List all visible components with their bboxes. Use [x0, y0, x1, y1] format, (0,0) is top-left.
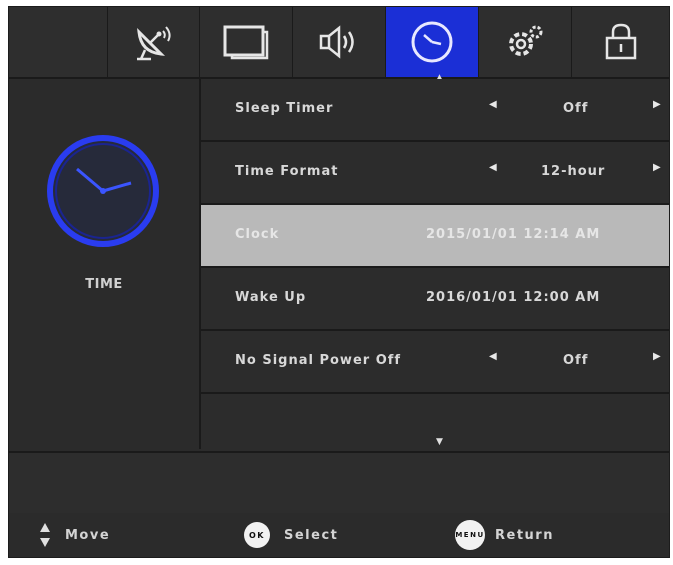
- tab-time[interactable]: [386, 7, 479, 77]
- menu-item-label: Clock: [235, 227, 280, 242]
- settings-menu: ▲ Sleep Timer ◀ Off ▶ Time Format ◀ 12-h…: [201, 73, 669, 455]
- scroll-down-icon: ▼: [436, 437, 443, 447]
- category-pane: TIME: [9, 79, 201, 449]
- help-select: OK Select: [244, 521, 338, 549]
- clock-icon: [409, 19, 455, 65]
- tab-lock[interactable]: [572, 7, 669, 77]
- arrow-right-icon[interactable]: ▶: [653, 162, 662, 173]
- menu-item-clock[interactable]: Clock 2015/01/01 12:14 AM: [201, 205, 669, 268]
- menu-item-value: 2016/01/01 12:00 AM: [426, 290, 601, 305]
- menu-button-icon: MENU: [455, 520, 485, 550]
- menu-button-glyph: MENU: [455, 520, 485, 550]
- tab-channel[interactable]: [107, 7, 200, 77]
- tab-sound[interactable]: [293, 7, 386, 77]
- ok-button-glyph: OK: [244, 522, 270, 548]
- ok-button-icon: OK: [244, 522, 270, 548]
- menu-item-label: Wake Up: [235, 290, 307, 305]
- arrow-left-icon[interactable]: ◀: [489, 162, 498, 173]
- arrow-right-icon[interactable]: ▶: [653, 351, 662, 362]
- help-return-label: Return: [495, 527, 554, 543]
- menu-item-time-format[interactable]: Time Format ◀ 12-hour ▶: [201, 142, 669, 205]
- arrow-left-icon[interactable]: ◀: [489, 99, 498, 110]
- menu-item-value: Off: [563, 101, 589, 116]
- lock-icon: [603, 22, 639, 62]
- menu-item-wake-up[interactable]: Wake Up 2016/01/01 12:00 AM: [201, 268, 669, 331]
- arrow-right-icon[interactable]: ▶: [653, 99, 662, 110]
- speaker-icon: [317, 24, 361, 60]
- gear-icon: [503, 22, 547, 62]
- menu-empty-row: [201, 394, 669, 455]
- menu-item-value: Off: [563, 353, 589, 368]
- menu-item-sleep-timer[interactable]: Sleep Timer ◀ Off ▶: [201, 79, 669, 142]
- category-title: TIME: [85, 277, 123, 292]
- tab-picture[interactable]: [200, 7, 293, 77]
- category-tab-bar: [9, 7, 669, 79]
- menu-item-label: No Signal Power Off: [235, 353, 402, 368]
- help-move-label: Move: [65, 527, 111, 543]
- osd-screen: TIME ▲ Sleep Timer ◀ Off ▶ Time Format ◀…: [8, 6, 670, 558]
- up-down-arrows-icon: [39, 521, 51, 549]
- clock-icon: [43, 131, 163, 255]
- help-select-label: Select: [284, 527, 339, 543]
- satellite-dish-icon: [131, 22, 175, 62]
- tab-bar-spacer: [9, 7, 108, 77]
- help-move: Move: [39, 521, 110, 549]
- tab-setup[interactable]: [479, 7, 572, 77]
- menu-item-value: 12-hour: [541, 164, 606, 179]
- help-return: MENU Return: [455, 520, 554, 550]
- menu-item-no-signal-power-off[interactable]: No Signal Power Off ◀ Off ▶: [201, 331, 669, 394]
- arrow-left-icon[interactable]: ◀: [489, 351, 498, 362]
- screen-icon: [222, 24, 270, 60]
- info-strip: [9, 451, 669, 515]
- menu-item-label: Time Format: [235, 164, 339, 179]
- menu-item-value: 2015/01/01 12:14 AM: [426, 227, 601, 242]
- menu-item-label: Sleep Timer: [235, 101, 334, 116]
- help-bar: Move OK Select MENU Return: [9, 513, 669, 557]
